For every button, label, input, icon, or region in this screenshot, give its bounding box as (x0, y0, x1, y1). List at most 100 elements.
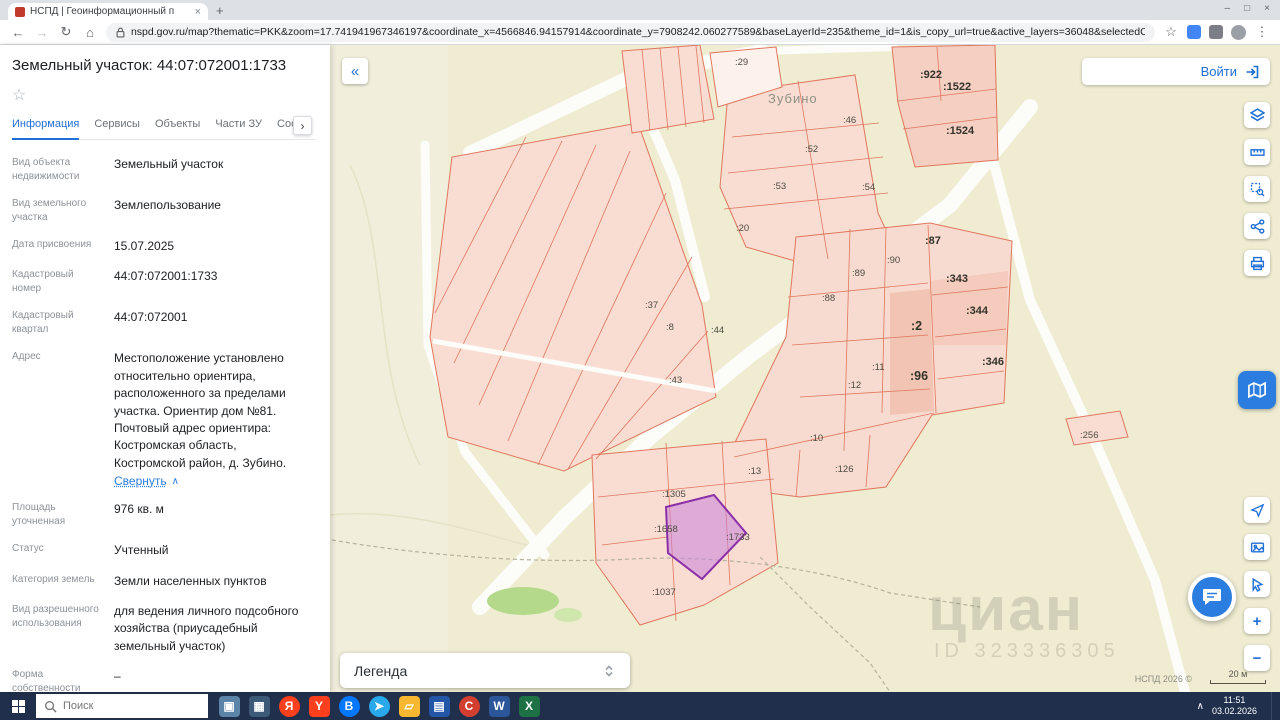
parcel-label-53[interactable]: :53 (773, 181, 786, 192)
field-value: Земли населенных пунктов (114, 573, 267, 588)
print-button[interactable] (1244, 250, 1270, 276)
field-label: Статус (12, 543, 44, 555)
extensions-puzzle-icon[interactable] (1209, 25, 1223, 39)
parcel-label-1733[interactable]: :1733 (726, 532, 750, 543)
field-row: Категория земель Земли населенных пунктов (12, 573, 306, 590)
field-value: 44:07:072001:1733 (114, 269, 218, 284)
app-grid-icon-glyph: ▦ (248, 695, 270, 717)
identify-button[interactable] (1244, 571, 1270, 597)
excel-icon[interactable]: X (514, 692, 544, 720)
more-tabs-button[interactable]: › (293, 116, 312, 135)
back-icon[interactable]: ← (10, 25, 26, 40)
collapse-panel-button[interactable]: « (342, 58, 368, 84)
search-input[interactable] (63, 700, 183, 712)
blue-app-icon[interactable]: ▤ (424, 692, 454, 720)
parcel-label-1658[interactable]: :1658 (654, 524, 678, 535)
measure-button[interactable] (1244, 139, 1270, 165)
zoom-in-button[interactable]: + (1244, 608, 1270, 634)
legend-expand-icon[interactable] (602, 664, 616, 678)
login-button[interactable]: Войти (1082, 58, 1270, 85)
yandex-app-icon[interactable]: Y (304, 692, 334, 720)
telegram-icon[interactable]: ➤ (364, 692, 394, 720)
file-explorer-icon[interactable]: ▱ (394, 692, 424, 720)
new-tab-button[interactable]: + (216, 3, 224, 18)
window-maximize-icon[interactable]: □ (1244, 3, 1250, 14)
tab-объекты[interactable]: Объекты (155, 111, 200, 139)
parcel-label-344[interactable]: :344 (966, 305, 988, 317)
profile-avatar[interactable] (1231, 24, 1246, 40)
app-grid-icon[interactable]: ▦ (244, 692, 274, 720)
parcel-label-89[interactable]: :89 (852, 268, 865, 279)
panorama-button[interactable] (1244, 534, 1270, 560)
home-icon[interactable]: ⌂ (82, 25, 98, 40)
parcel-label-126[interactable]: :126 (835, 464, 854, 475)
tab-close-icon[interactable]: × (195, 6, 201, 18)
photos-app-icon[interactable]: ▣ (214, 692, 244, 720)
collapse-address-link[interactable]: Свернуть (114, 474, 167, 488)
url-field[interactable]: nspd.gov.ru/map?thematic=PKK&zoom=17.741… (106, 22, 1155, 42)
parcel-label-54[interactable]: :54 (862, 182, 875, 193)
taskbar-search[interactable] (36, 694, 208, 718)
forward-icon[interactable]: → (34, 25, 50, 40)
tab-информация[interactable]: Информация (12, 111, 80, 140)
legend-panel[interactable]: Легенда (340, 653, 630, 688)
parcel-label-256[interactable]: :256 (1080, 430, 1099, 441)
taskbar-clock[interactable]: 11:51 03.02.2026 (1212, 695, 1263, 718)
parcel-label-96[interactable]: :96 (910, 369, 928, 383)
favorite-star-icon[interactable]: ☆ (12, 85, 316, 105)
tab-сервисы[interactable]: Сервисы (94, 111, 140, 139)
parcel-label-13[interactable]: :13 (748, 466, 761, 477)
field-row: Дата присвоения 15.07.2025 (12, 238, 306, 255)
parcel-label-29[interactable]: :29 (735, 57, 748, 68)
parcel-label-88[interactable]: :88 (822, 293, 835, 304)
parcel-label-20[interactable]: :20 (736, 223, 749, 234)
window-minimize-icon[interactable]: – (1225, 3, 1231, 14)
bookmark-star-icon[interactable]: ☆ (1163, 24, 1179, 40)
consultant-icon[interactable]: С (454, 692, 484, 720)
parcel-label-37[interactable]: :37 (645, 300, 658, 311)
zoom-out-button[interactable]: − (1244, 645, 1270, 671)
tray-expand-icon[interactable]: ∧ (1197, 701, 1204, 712)
map-canvas[interactable]: Зубино :29:922:1522:1524:46:52:53:54:20:… (330, 45, 1280, 692)
parcel-label-90[interactable]: :90 (887, 255, 900, 266)
parcel-label-44[interactable]: :44 (711, 325, 724, 336)
field-value: Местоположение установлено относительно … (114, 351, 287, 470)
parcel-label-922[interactable]: :922 (920, 69, 942, 81)
parcel-label-343[interactable]: :343 (946, 273, 968, 285)
parcel-label-8[interactable]: :8 (666, 322, 674, 333)
yandex-browser-icon[interactable]: Я (274, 692, 304, 720)
layers-button[interactable] (1244, 102, 1270, 128)
support-chat-button[interactable] (1188, 573, 1236, 621)
parcel-label-52[interactable]: :52 (805, 144, 818, 155)
window-close-icon[interactable]: × (1264, 3, 1270, 14)
search-area-button[interactable] (1244, 176, 1270, 202)
extension-icon[interactable] (1187, 25, 1201, 39)
field-row: Статус Учтенный (12, 542, 306, 559)
refresh-icon[interactable]: ↻ (58, 24, 74, 40)
parcel-label-1037[interactable]: :1037 (652, 587, 676, 598)
basemap-switch-button[interactable] (1238, 371, 1276, 409)
parcel-label-87[interactable]: :87 (925, 235, 941, 247)
parcel-label-1524[interactable]: :1524 (946, 125, 974, 137)
show-desktop-button[interactable] (1271, 692, 1276, 720)
windows-logo-icon (11, 699, 25, 713)
browser-menu-icon[interactable]: ⋮ (1254, 24, 1270, 40)
field-label: Форма собственности (12, 669, 81, 692)
parcel-label-1305[interactable]: :1305 (662, 489, 686, 500)
browser-tab[interactable]: НСПД | Геоинформационный п × (8, 3, 208, 20)
field-value: 44:07:072001 (114, 310, 188, 325)
parcel-label-346[interactable]: :346 (982, 356, 1004, 368)
parcel-label-46[interactable]: :46 (843, 115, 856, 126)
vk-icon[interactable]: В (334, 692, 364, 720)
share-button[interactable] (1244, 213, 1270, 239)
parcel-label-11[interactable]: :11 (872, 362, 885, 373)
geolocation-button[interactable] (1244, 497, 1270, 523)
start-button[interactable] (0, 692, 36, 720)
parcel-label-2[interactable]: :2 (911, 319, 922, 333)
parcel-label-12[interactable]: :12 (848, 380, 861, 391)
parcel-label-43[interactable]: :43 (669, 375, 682, 386)
parcel-label-1522[interactable]: :1522 (943, 81, 971, 93)
parcel-label-10[interactable]: :10 (810, 433, 823, 444)
word-icon[interactable]: W (484, 692, 514, 720)
tab-части зу[interactable]: Части ЗУ (215, 111, 262, 139)
